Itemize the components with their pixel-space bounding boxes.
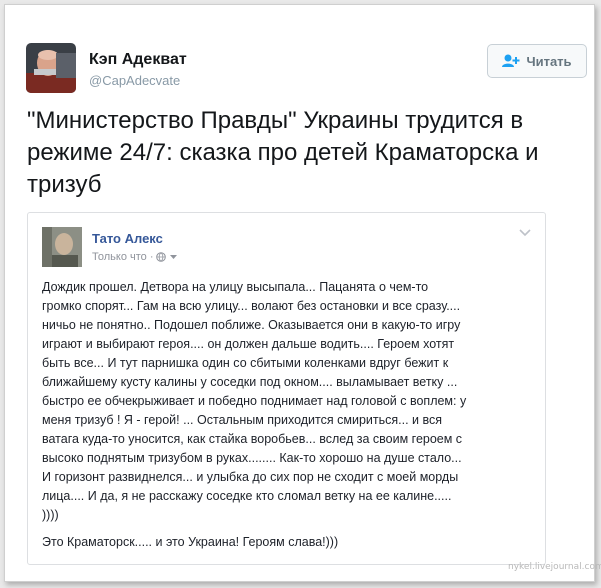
post-options-chevron-icon[interactable] — [519, 229, 531, 237]
embed-author-avatar[interactable] — [42, 227, 82, 267]
globe-icon — [156, 252, 167, 262]
embed-post-body: Дождик прошел. Детвора на улицу высыпала… — [42, 280, 467, 522]
embed-avatar-image — [42, 227, 82, 267]
follow-button-label: Читать — [526, 53, 572, 69]
audience-dropdown-icon[interactable] — [169, 253, 178, 261]
embed-post-meta: Только что · — [92, 251, 178, 263]
author-avatar[interactable] — [26, 43, 76, 93]
embed-post-footer: Это Краматорск..... и это Украина! Героя… — [42, 535, 339, 549]
avatar-image — [26, 43, 76, 93]
watermark: nykel.livejournal.com — [508, 562, 601, 572]
screenshot-frame: Кэп Адекват @CapAdecvate Читать "Министе… — [4, 4, 595, 582]
embedded-post[interactable]: Тато Алекс Только что · Дождик прошел. Д… — [27, 212, 546, 565]
follow-button[interactable]: Читать — [487, 44, 587, 78]
follow-user-plus-icon — [502, 54, 520, 67]
author-name[interactable]: Кэп Адекват — [89, 51, 187, 69]
embed-author-name[interactable]: Тато Алекс — [92, 231, 163, 246]
embed-timestamp[interactable]: Только что · — [92, 251, 153, 263]
tweet-text: "Министерство Правды" Украины трудится в… — [27, 107, 539, 198]
author-handle[interactable]: @CapAdecvate — [89, 73, 180, 88]
